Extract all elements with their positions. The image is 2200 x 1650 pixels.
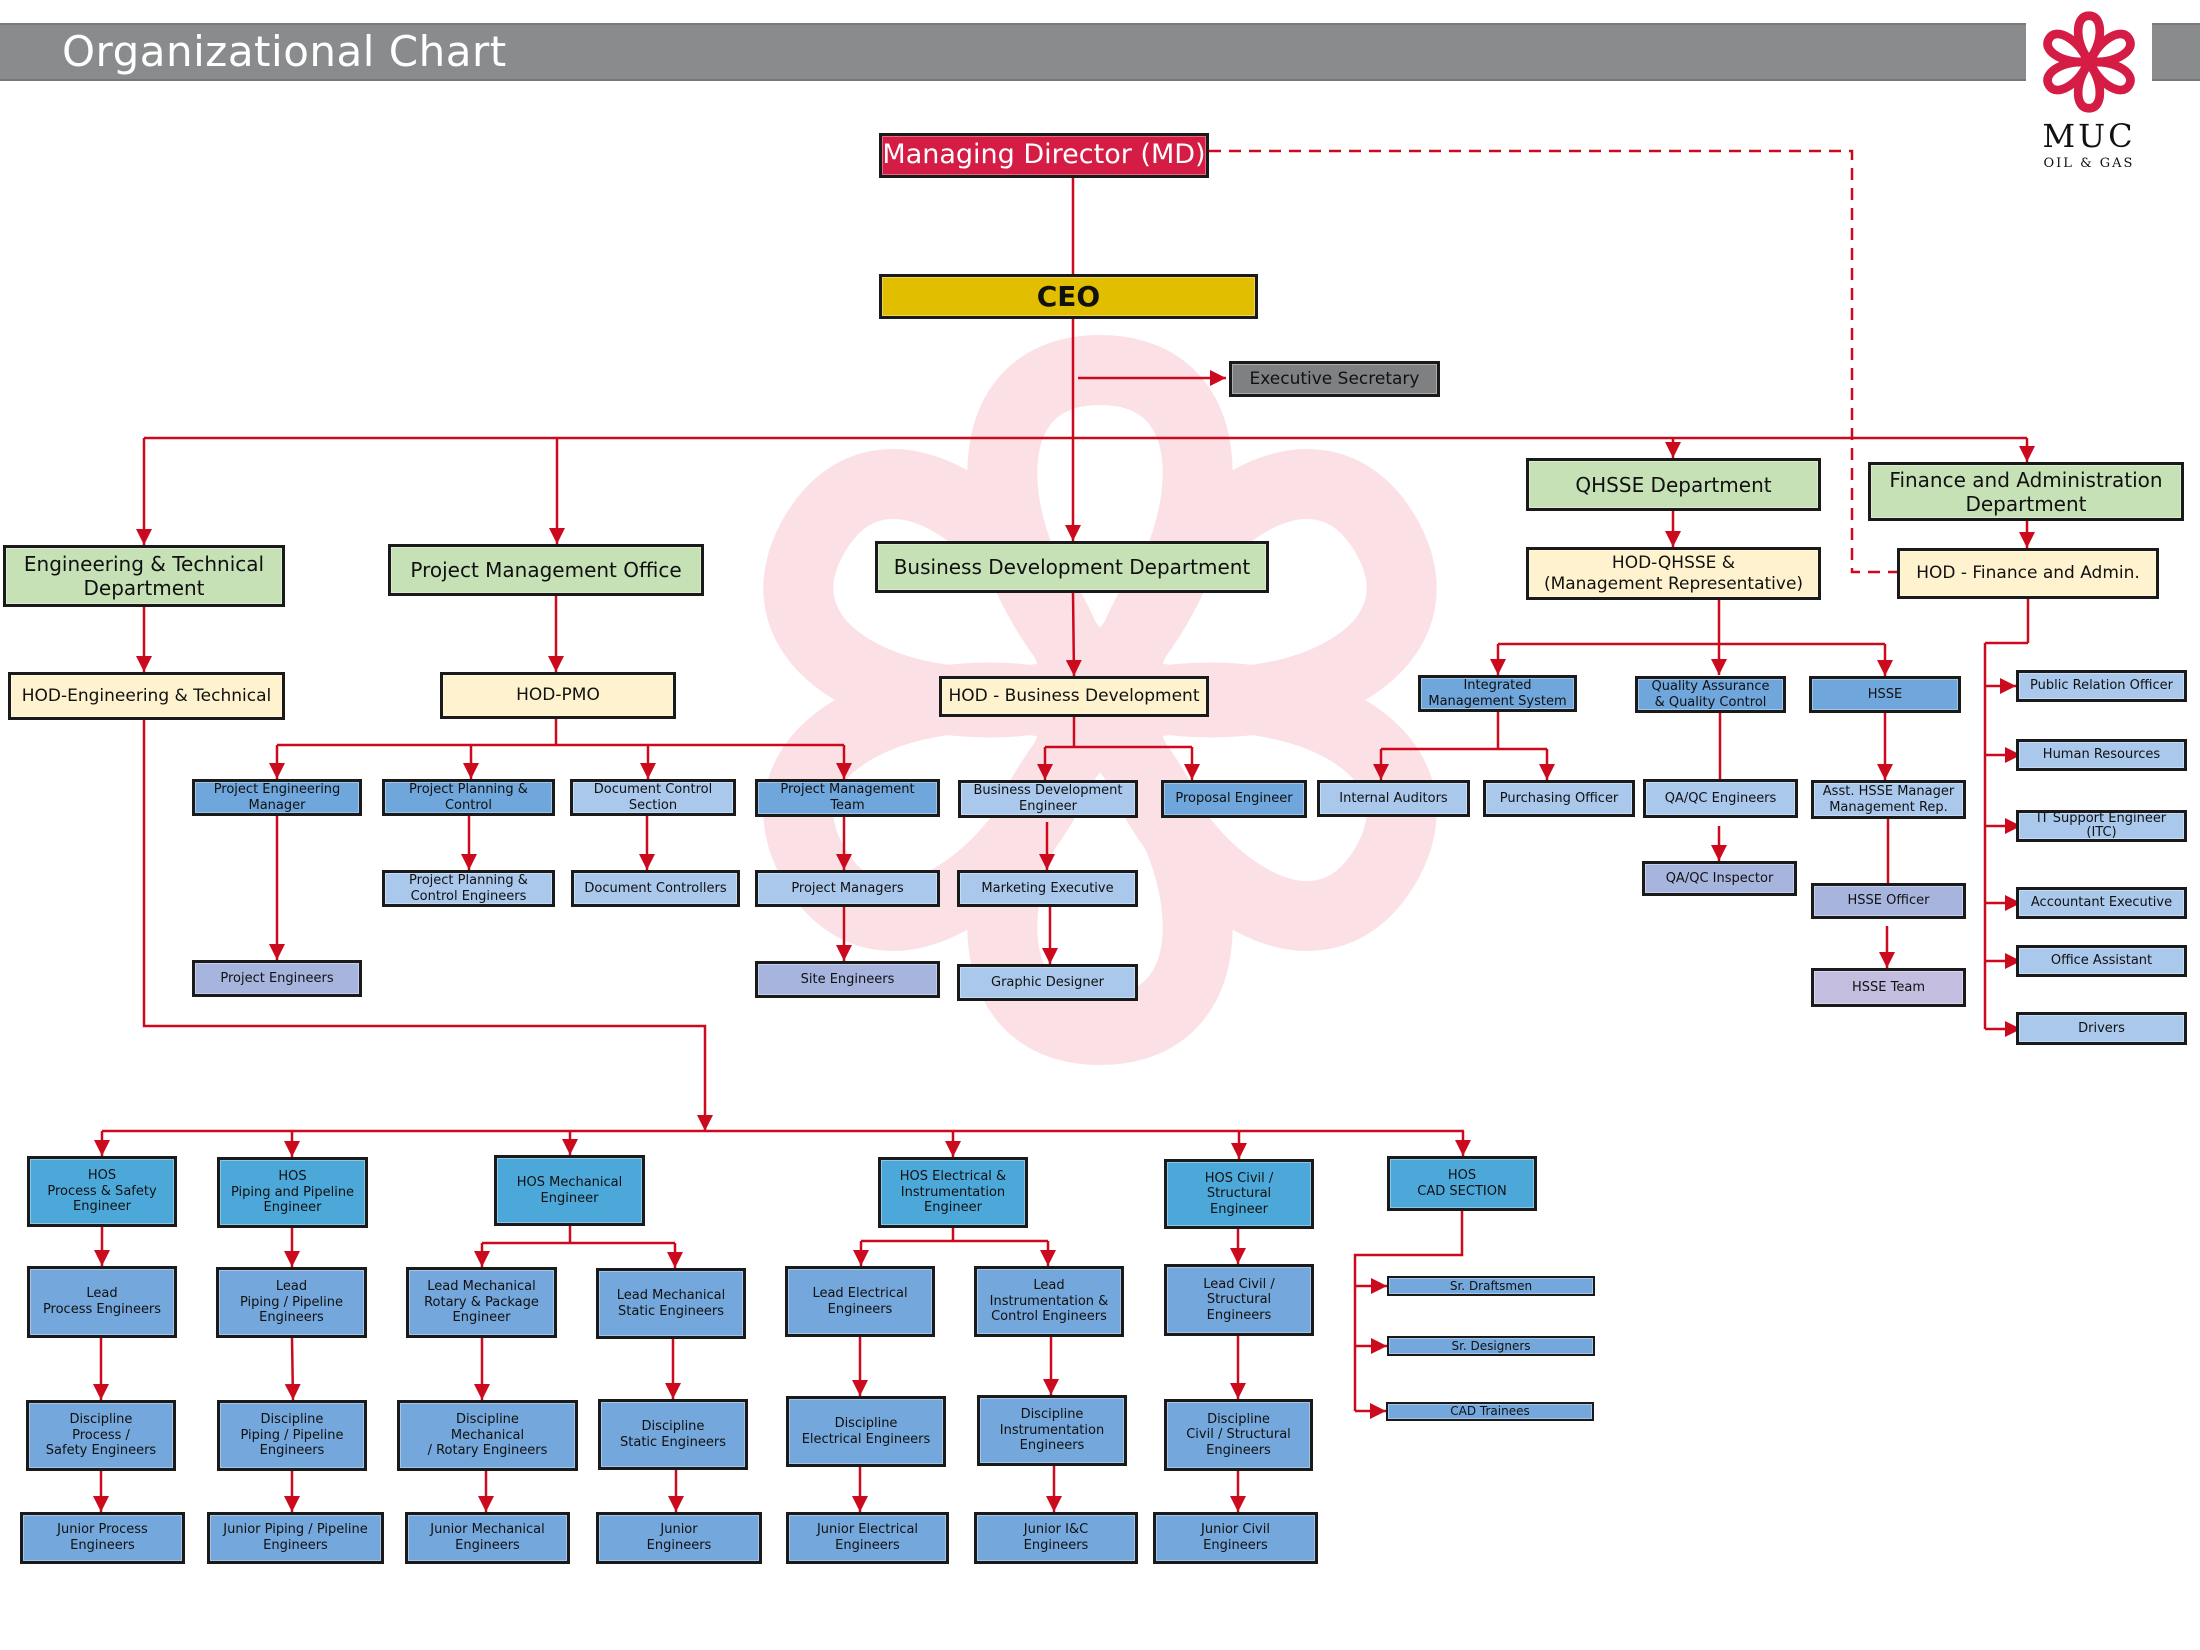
engineering-department-box[interactable]: Engineering & Technical Department	[3, 545, 285, 607]
hod-finance-box[interactable]: HOD - Finance and Admin.	[1897, 548, 2159, 599]
hsse-team-box[interactable]: HSSE Team	[1811, 968, 1966, 1007]
discipline-static-box[interactable]: Discipline Static Engineers	[598, 1399, 748, 1470]
site-engineers-box[interactable]: Site Engineers	[755, 961, 940, 998]
qaqc-inspector-box[interactable]: QA/QC Inspector	[1642, 861, 1797, 896]
business-development-department-box[interactable]: Business Development Department	[875, 541, 1269, 593]
discipline-piping-box[interactable]: Discipline Piping / Pipeline Engineers	[217, 1400, 367, 1471]
document-controllers-box[interactable]: Document Controllers	[571, 870, 740, 907]
lead-electrical-engineers-box[interactable]: Lead Electrical Engineers	[785, 1266, 935, 1337]
business-development-engineer-box[interactable]: Business Development Engineer	[958, 780, 1138, 818]
flower-logo-icon	[2043, 11, 2135, 113]
lead-process-engineers-box[interactable]: Lead Process Engineers	[27, 1266, 177, 1338]
junior-process-engineers-box[interactable]: Junior Process Engineers	[20, 1512, 185, 1564]
discipline-mechanical-rotary-box[interactable]: Discipline Mechanical / Rotary Engineers	[397, 1400, 578, 1471]
hod-business-development-box[interactable]: HOD - Business Development	[939, 676, 1209, 717]
hos-mechanical-box[interactable]: HOS Mechanical Engineer	[494, 1155, 645, 1226]
qaqc-box[interactable]: Quality Assurance & Quality Control	[1635, 676, 1786, 713]
accountant-executive-box[interactable]: Accountant Executive	[2016, 887, 2187, 919]
cad-trainees-box[interactable]: CAD Trainees	[1386, 1402, 1594, 1421]
project-engineers-box[interactable]: Project Engineers	[192, 960, 362, 997]
office-assistant-box[interactable]: Office Assistant	[2016, 945, 2187, 977]
junior-mechanical-engineers-box[interactable]: Junior Mechanical Engineers	[405, 1512, 570, 1564]
hod-pmo-box[interactable]: HOD-PMO	[440, 672, 676, 719]
lead-mechanical-rotary-box[interactable]: Lead Mechanical Rotary & Package Enginee…	[406, 1267, 557, 1338]
ceo-box[interactable]: CEO	[879, 274, 1258, 319]
hsse-box[interactable]: HSSE	[1809, 676, 1961, 713]
sr-draftsmen-box[interactable]: Sr. Draftsmen	[1387, 1276, 1595, 1296]
project-engineering-manager-box[interactable]: Project Engineering Manager	[192, 779, 362, 816]
executive-secretary-box[interactable]: Executive Secretary	[1229, 361, 1440, 397]
sr-designers-box[interactable]: Sr. Designers	[1387, 1336, 1595, 1356]
lead-piping-engineers-box[interactable]: Lead Piping / Pipeline Engineers	[216, 1267, 367, 1338]
discipline-instrumentation-box[interactable]: Discipline Instrumentation Engineers	[977, 1395, 1127, 1466]
logo-name: MUC	[2042, 117, 2136, 155]
internal-auditors-box[interactable]: Internal Auditors	[1317, 780, 1470, 817]
junior-engineers-box[interactable]: Junior Engineers	[596, 1512, 762, 1564]
hos-cad-section-box[interactable]: HOS CAD SECTION	[1387, 1156, 1537, 1211]
document-control-section-box[interactable]: Document Control Section	[570, 779, 736, 816]
purchasing-officer-box[interactable]: Purchasing Officer	[1483, 780, 1635, 817]
logo-subtitle: OIL & GAS	[2043, 156, 2135, 171]
discipline-civil-structural-box[interactable]: Discipline Civil / Structural Engineers	[1164, 1399, 1313, 1471]
ims-box[interactable]: Integrated Management System	[1418, 675, 1577, 712]
qaqc-engineers-box[interactable]: QA/QC Engineers	[1643, 779, 1798, 818]
managing-director-box[interactable]: Managing Director (MD)	[879, 133, 1209, 178]
junior-civil-engineers-box[interactable]: Junior Civil Engineers	[1153, 1512, 1318, 1564]
junior-piping-engineers-box[interactable]: Junior Piping / Pipeline Engineers	[207, 1512, 384, 1564]
hos-process-safety-box[interactable]: HOS Process & Safety Engineer	[27, 1156, 177, 1227]
hsse-officer-box[interactable]: HSSE Officer	[1811, 883, 1966, 919]
junior-ic-engineers-box[interactable]: Junior I&C Engineers	[974, 1512, 1138, 1564]
discipline-electrical-box[interactable]: Discipline Electrical Engineers	[786, 1396, 946, 1467]
it-support-engineer-box[interactable]: IT Support Engineer (ITC)	[2016, 810, 2187, 842]
public-relation-officer-box[interactable]: Public Relation Officer	[2016, 670, 2187, 702]
junior-electrical-engineers-box[interactable]: Junior Electrical Engineers	[786, 1512, 949, 1564]
project-planning-control-engineers-box[interactable]: Project Planning & Control Engineers	[382, 870, 555, 907]
hod-engineering-box[interactable]: HOD-Engineering & Technical	[8, 672, 285, 720]
hos-piping-box[interactable]: HOS Piping and Pipeline Engineer	[217, 1157, 368, 1228]
pmo-department-box[interactable]: Project Management Office	[388, 544, 704, 596]
project-planning-control-box[interactable]: Project Planning & Control	[382, 779, 555, 816]
company-logo: MUC OIL & GAS	[2026, 0, 2152, 178]
drivers-box[interactable]: Drivers	[2016, 1012, 2187, 1045]
lead-civil-structural-box[interactable]: Lead Civil / Structural Engineers	[1164, 1264, 1314, 1336]
lead-mechanical-static-box[interactable]: Lead Mechanical Static Engineers	[596, 1268, 746, 1339]
project-managers-box[interactable]: Project Managers	[755, 870, 940, 907]
asst-hsse-manager-box[interactable]: Asst. HSSE Manager Management Rep.	[1811, 780, 1966, 819]
hos-electrical-instrumentation-box[interactable]: HOS Electrical & Instrumentation Enginee…	[878, 1157, 1028, 1228]
lead-instrumentation-box[interactable]: Lead Instrumentation & Control Engineers	[974, 1266, 1124, 1337]
hod-qhsse-box[interactable]: HOD-QHSSE & (Management Representative)	[1526, 547, 1821, 600]
proposal-engineer-box[interactable]: Proposal Engineer	[1161, 780, 1307, 818]
finance-department-box[interactable]: Finance and Administration Department	[1868, 462, 2184, 521]
page-title: Organizational Chart	[62, 27, 507, 76]
discipline-process-safety-box[interactable]: Discipline Process / Safety Engineers	[26, 1400, 176, 1471]
project-management-team-box[interactable]: Project Management Team	[755, 779, 940, 817]
marketing-executive-box[interactable]: Marketing Executive	[957, 870, 1138, 907]
human-resources-box[interactable]: Human Resources	[2016, 739, 2187, 771]
qhsse-department-box[interactable]: QHSSE Department	[1526, 458, 1821, 511]
hos-civil-structural-box[interactable]: HOS Civil / Structural Engineer	[1164, 1159, 1314, 1229]
graphic-designer-box[interactable]: Graphic Designer	[957, 964, 1138, 1001]
